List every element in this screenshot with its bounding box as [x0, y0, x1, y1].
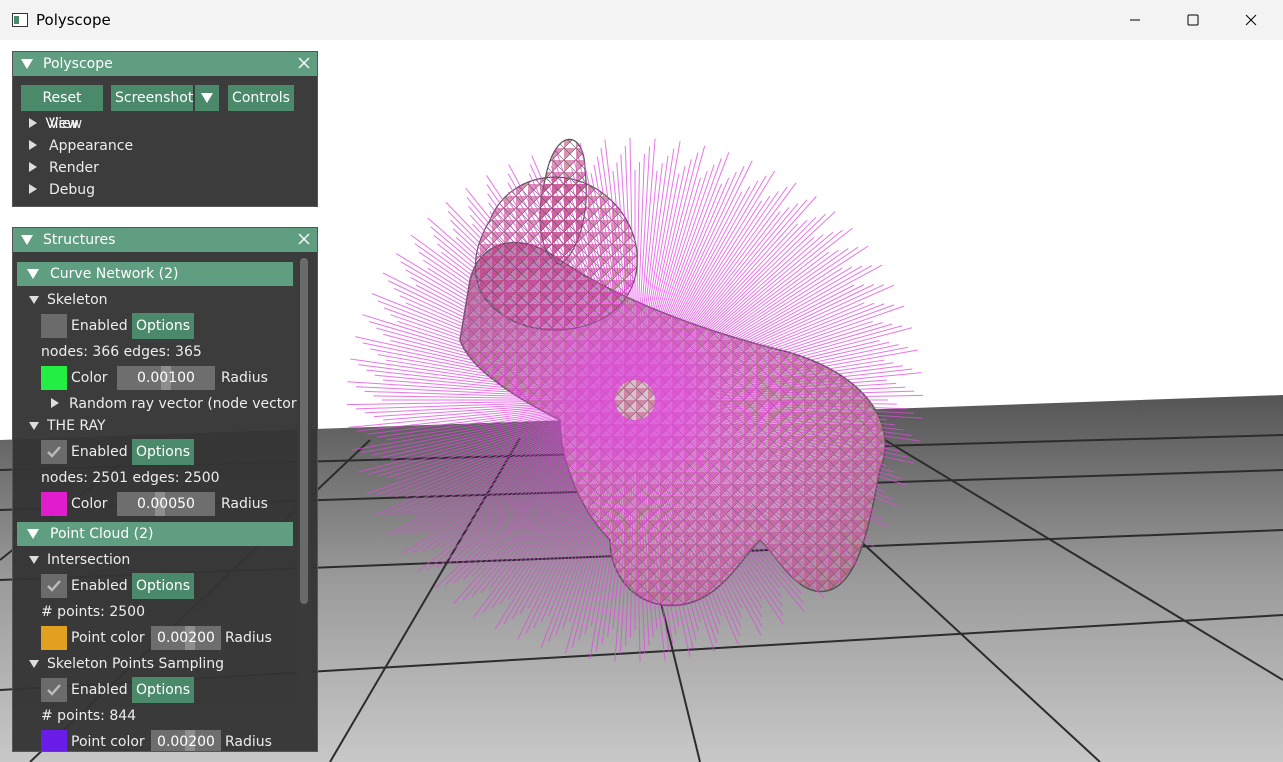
structure-the-ray[interactable]: THE RAY	[29, 418, 106, 434]
curve-network-section-header[interactable]: Curve Network (2)	[17, 262, 293, 286]
enabled-label: Enabled	[71, 682, 128, 698]
menu-item-debug[interactable]: Debug	[29, 182, 95, 198]
radius-value: 0.00050	[137, 496, 195, 512]
radius-slider-the-ray[interactable]: 0.00050	[117, 492, 215, 516]
radius-slider-skeleton[interactable]: 0.00100	[117, 366, 215, 390]
enabled-checkbox-the-ray[interactable]	[41, 440, 67, 464]
screenshot-button[interactable]: Screenshot	[111, 85, 193, 111]
menu-item-label: View	[49, 116, 83, 132]
color-swatch-intersection[interactable]	[41, 626, 67, 650]
structure-stats: # points: 844	[41, 708, 137, 724]
maximize-icon	[1187, 14, 1199, 26]
radius-label: Radius	[225, 630, 272, 646]
screenshot-dropdown-button[interactable]	[195, 85, 219, 111]
collapse-triangle-icon	[27, 269, 39, 279]
quantity-label: Random ray vector (node vector)	[69, 396, 303, 412]
color-swatch-the-ray[interactable]	[41, 492, 67, 516]
checkmark-icon	[47, 684, 61, 696]
structure-stats: nodes: 366 edges: 365	[41, 344, 202, 360]
structure-stats: # points: 2500	[41, 604, 145, 620]
collapse-triangle-icon	[29, 556, 39, 564]
radius-slider-intersection[interactable]: 0.00200	[151, 626, 221, 650]
structure-name: Intersection	[47, 552, 131, 568]
collapse-triangle-icon	[29, 296, 39, 304]
expand-triangle-icon	[51, 398, 59, 408]
panel-title: Structures	[43, 232, 116, 248]
polyscope-app-icon	[12, 13, 28, 27]
structure-stats: nodes: 2501 edges: 2500	[41, 470, 220, 486]
options-button-skeleton[interactable]: Options	[132, 313, 194, 339]
scrollbar-thumb[interactable]	[300, 258, 308, 604]
checkmark-icon	[47, 580, 61, 592]
close-icon[interactable]	[297, 56, 311, 70]
minimize-button[interactable]	[1106, 0, 1164, 40]
options-button-intersection[interactable]: Options	[132, 573, 194, 599]
controls-button[interactable]: Controls	[228, 85, 294, 111]
radius-label: Radius	[221, 496, 268, 512]
structure-name: THE RAY	[47, 418, 106, 434]
section-title: Curve Network (2)	[50, 266, 179, 282]
collapse-triangle-icon	[29, 660, 39, 668]
point-cloud-section-header[interactable]: Point Cloud (2)	[17, 522, 293, 546]
expand-triangle-icon	[29, 140, 37, 150]
minimize-icon	[1130, 19, 1140, 21]
color-label: Color	[71, 496, 108, 512]
structure-name: Skeleton Points Sampling	[47, 656, 225, 672]
structure-skeleton-points-sampling[interactable]: Skeleton Points Sampling	[29, 656, 224, 672]
color-swatch-skeleton[interactable]	[41, 366, 67, 390]
structure-name: Skeleton	[47, 292, 108, 308]
chevron-down-icon	[201, 93, 213, 103]
expand-triangle-icon	[29, 118, 37, 128]
menu-item-label: Debug	[49, 182, 96, 198]
structure-skeleton[interactable]: Skeleton	[29, 292, 108, 308]
panel-title: Polyscope	[43, 56, 113, 72]
polyscope-panel: Polyscope Reset View Screenshot Controls…	[12, 51, 318, 207]
enabled-label: Enabled	[71, 444, 128, 460]
point-color-label: Point color	[71, 734, 145, 750]
radius-label: Radius	[221, 370, 268, 386]
collapse-triangle-icon[interactable]	[21, 235, 33, 245]
menu-item-view[interactable]: View	[29, 116, 82, 132]
structures-panel: Structures Curve Network (2) Skeleton En…	[12, 227, 318, 752]
color-label: Color	[71, 370, 108, 386]
enabled-checkbox-intersection[interactable]	[41, 574, 67, 598]
structures-scrollbar[interactable]	[297, 254, 311, 750]
reset-view-button[interactable]: Reset View	[21, 85, 103, 132]
menu-item-render[interactable]: Render	[29, 160, 99, 176]
collapse-triangle-icon	[27, 529, 39, 539]
maximize-button[interactable]	[1164, 0, 1222, 40]
radius-value: 0.00200	[157, 630, 215, 646]
color-swatch-skeleton-points[interactable]	[41, 730, 67, 751]
quantity-random-ray-vector[interactable]: Random ray vector (node vector)	[51, 396, 302, 412]
enabled-label: Enabled	[71, 578, 128, 594]
section-title: Point Cloud (2)	[50, 526, 154, 542]
structures-panel-header[interactable]: Structures	[13, 228, 317, 252]
enabled-checkbox-skeleton-points[interactable]	[41, 678, 67, 702]
point-color-label: Point color	[71, 630, 145, 646]
options-button-skeleton-points[interactable]: Options	[132, 677, 194, 703]
structure-intersection[interactable]: Intersection	[29, 552, 130, 568]
close-icon[interactable]	[297, 232, 311, 246]
radius-slider-skeleton-points[interactable]: 0.00200	[151, 730, 221, 751]
options-button-the-ray[interactable]: Options	[132, 439, 194, 465]
enabled-label: Enabled	[71, 318, 128, 334]
expand-triangle-icon	[29, 184, 37, 194]
close-window-button[interactable]	[1222, 0, 1280, 40]
checkmark-icon	[47, 446, 61, 458]
collapse-triangle-icon[interactable]	[21, 59, 33, 69]
menu-item-appearance[interactable]: Appearance	[29, 138, 133, 154]
menu-item-label: Render	[49, 160, 99, 176]
radius-value: 0.00100	[137, 370, 195, 386]
enabled-checkbox-skeleton[interactable]	[41, 314, 67, 338]
radius-value: 0.00200	[157, 734, 215, 750]
radius-label: Radius	[225, 734, 272, 750]
expand-triangle-icon	[29, 162, 37, 172]
close-icon	[1245, 14, 1257, 26]
window-title: Polyscope	[36, 11, 111, 29]
window-titlebar: Polyscope	[0, 0, 1283, 40]
polyscope-panel-header[interactable]: Polyscope	[13, 52, 317, 76]
collapse-triangle-icon	[29, 422, 39, 430]
menu-item-label: Appearance	[49, 138, 134, 154]
